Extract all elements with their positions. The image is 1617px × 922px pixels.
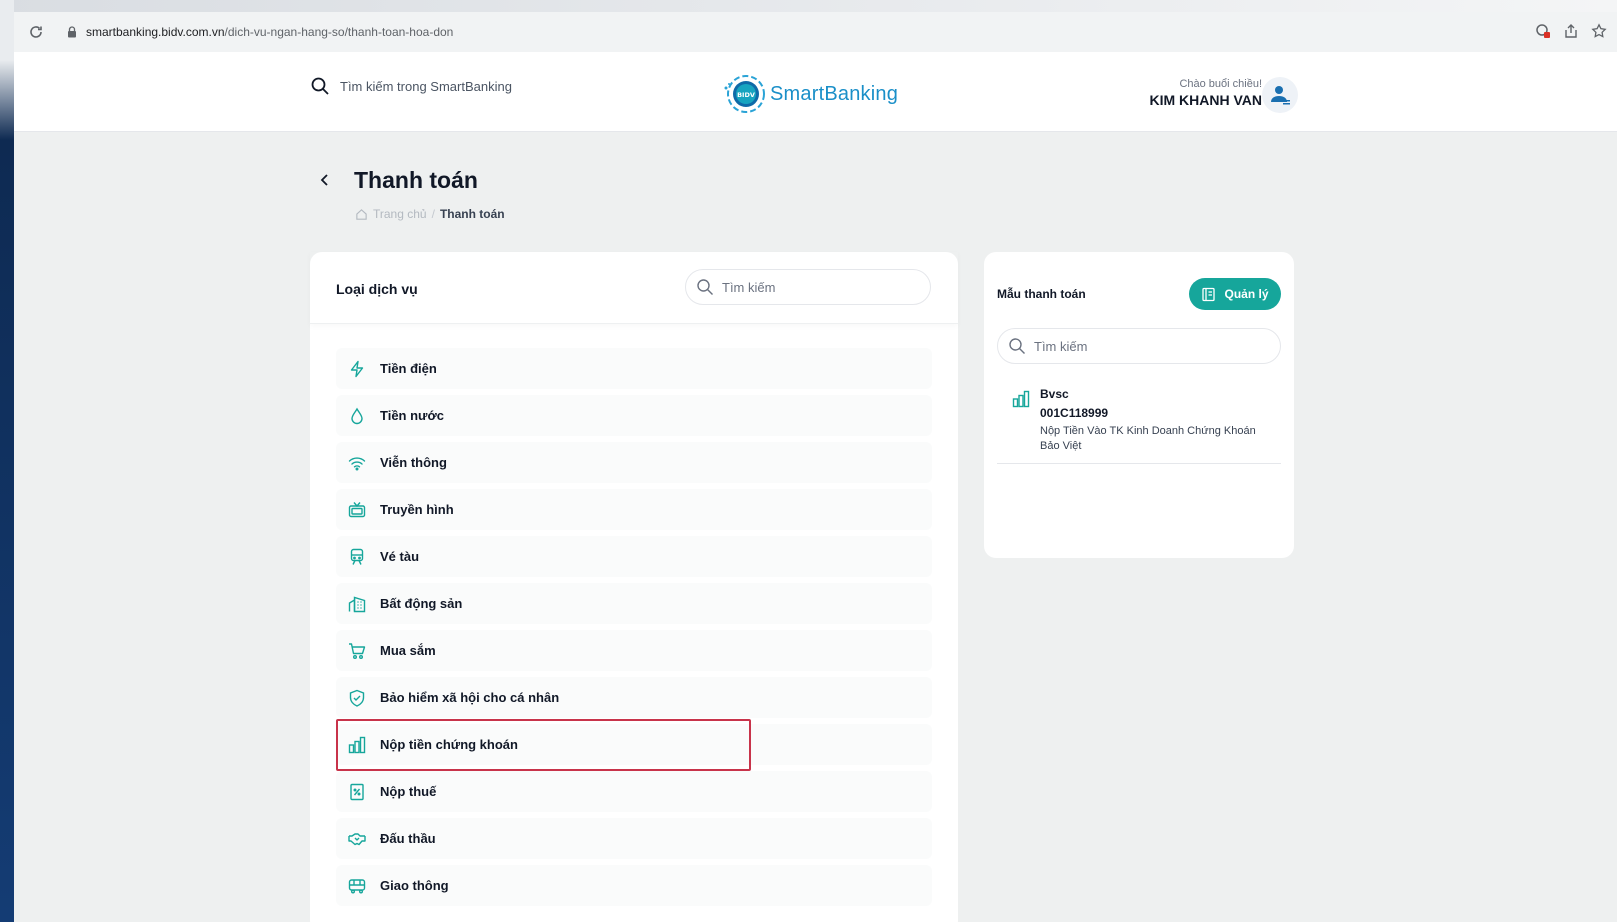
service-search-input[interactable]: Tìm kiếm	[685, 269, 931, 305]
building-icon	[348, 596, 366, 612]
manage-button-label: Quản lý	[1224, 287, 1269, 301]
user-greeting: Chào buổi chiều! KIM KHANH VAN	[1149, 78, 1262, 108]
payment-templates-title: Mẫu thanh toán	[997, 287, 1086, 301]
search-icon	[311, 77, 329, 95]
service-label: Giao thông	[380, 878, 449, 893]
service-label: Nộp thuế	[380, 784, 437, 799]
receipt-icon	[350, 783, 364, 800]
desktop-edge	[0, 0, 14, 922]
template-name: Bvsc	[1040, 387, 1069, 401]
logo-badge: BIDV	[737, 91, 755, 99]
user-avatar[interactable]	[1262, 77, 1298, 113]
service-label: Viễn thông	[380, 455, 447, 470]
bar-chart-icon	[348, 736, 366, 753]
manage-button[interactable]: Quản lý	[1189, 278, 1281, 310]
app-header: Tìm kiếm trong SmartBanking BIDV SmartBa…	[14, 52, 1617, 132]
template-description: Nộp Tiền Vào TK Kinh Doanh Chứng Khoán B…	[1040, 425, 1256, 452]
smartbanking-logo[interactable]: BIDV SmartBanking	[722, 72, 898, 116]
global-search-placeholder: Tìm kiếm trong SmartBanking	[340, 78, 512, 94]
breadcrumb-current: Thanh toán	[439, 207, 505, 221]
service-label: Truyền hình	[380, 502, 454, 517]
shield-icon	[349, 689, 365, 707]
service-item-shopping[interactable]: Mua sắm	[336, 630, 932, 671]
global-search[interactable]: Tìm kiếm trong SmartBanking	[310, 76, 512, 96]
service-list: Tiền điện Tiền nước Viễn thông Truyền hì…	[336, 348, 932, 912]
service-types-card: Loại dịch vụ Tìm kiếm Tiền điện Tiền nướ…	[310, 252, 958, 922]
wifi-icon	[348, 456, 366, 470]
service-item-bidding[interactable]: Đấu thầu	[336, 818, 932, 859]
template-search-placeholder: Tìm kiếm	[1034, 338, 1088, 354]
service-label: Tiền nước	[380, 408, 444, 423]
search-icon	[697, 279, 713, 295]
lock-icon[interactable]	[66, 26, 78, 38]
service-label: Bảo hiểm xã hội cho cá nhân	[380, 690, 560, 705]
screen-top-strip	[0, 0, 1617, 12]
handshake-icon	[348, 832, 366, 845]
service-item-tax[interactable]: Nộp thuế	[336, 771, 932, 812]
service-types-title: Loại dịch vụ	[336, 281, 418, 297]
service-item-water[interactable]: Tiền nước	[336, 395, 932, 436]
url-host: smartbanking.bidv.com.vn	[86, 25, 225, 39]
user-menu-icon	[1271, 86, 1290, 105]
service-label: Vé tàu	[380, 549, 420, 564]
service-item-securities-deposit[interactable]: Nộp tiền chứng khoán	[336, 719, 932, 771]
address-bar: smartbanking.bidv.com.vn/dich-vu-ngan-ha…	[14, 12, 1617, 52]
template-text: Bvsc 001C118999 Nộp Tiền Vào TK Kinh Doa…	[1040, 387, 1270, 454]
url-path: /dich-vu-ngan-hang-so/thanh-toan-hoa-don	[224, 25, 454, 39]
tv-icon	[348, 501, 366, 517]
breadcrumb: Trang chủ / Thanh toán	[355, 207, 505, 221]
logo-text: SmartBanking	[770, 82, 899, 105]
breadcrumb-home[interactable]: Trang chủ	[373, 207, 427, 221]
service-item-social-insurance[interactable]: Bảo hiểm xã hội cho cá nhân	[336, 677, 932, 718]
cart-icon	[349, 642, 366, 659]
back-arrow-icon[interactable]	[317, 172, 333, 188]
service-item-television[interactable]: Truyền hình	[336, 489, 932, 530]
search-icon	[1009, 338, 1025, 354]
service-label: Mua sắm	[380, 643, 436, 658]
template-code: 001C118999	[1040, 406, 1109, 420]
user-name: KIM KHANH VAN	[1149, 92, 1262, 108]
browser-window: smartbanking.bidv.com.vn/dich-vu-ngan-ha…	[14, 12, 1617, 922]
star-icon[interactable]	[1591, 23, 1607, 39]
bidv-logo-icon: BIDV	[724, 75, 765, 113]
blocked-icon[interactable]	[1535, 23, 1551, 39]
water-drop-icon	[351, 407, 363, 424]
service-item-train-ticket[interactable]: Vé tàu	[336, 536, 932, 577]
page-title: Thanh toán	[354, 167, 478, 193]
train-icon	[350, 548, 364, 565]
url-field[interactable]: smartbanking.bidv.com.vn/dich-vu-ngan-ha…	[86, 25, 453, 39]
payment-templates-card: Mẫu thanh toán Quản lý Tìm kiếm Bvsc 001…	[984, 252, 1294, 558]
service-item-real-estate[interactable]: Bất động sản	[336, 583, 932, 624]
service-search-placeholder: Tìm kiếm	[722, 279, 776, 295]
reload-icon[interactable]	[28, 24, 44, 40]
template-item[interactable]: Bvsc 001C118999 Nộp Tiền Vào TK Kinh Doa…	[997, 382, 1281, 464]
address-bar-actions	[1535, 23, 1607, 39]
share-icon[interactable]	[1563, 23, 1579, 39]
notebook-icon	[1202, 287, 1216, 301]
home-icon	[356, 208, 367, 220]
breadcrumb-separator: /	[431, 207, 435, 221]
service-label: Nộp tiền chứng khoán	[380, 737, 518, 752]
service-item-traffic[interactable]: Giao thông	[336, 865, 932, 906]
greeting-text: Chào buổi chiều!	[1179, 78, 1262, 90]
service-item-telecom[interactable]: Viễn thông	[336, 442, 932, 483]
bus-icon	[348, 878, 366, 893]
service-types-header: Loại dịch vụ Tìm kiếm	[310, 252, 958, 324]
service-label: Tiền điện	[380, 361, 437, 376]
service-label: Đấu thầu	[380, 831, 436, 846]
bar-chart-icon	[1012, 390, 1030, 408]
template-search-input[interactable]: Tìm kiếm	[997, 328, 1281, 364]
service-label: Bất động sản	[380, 596, 463, 611]
lightning-icon	[350, 360, 364, 377]
service-item-electricity[interactable]: Tiền điện	[336, 348, 932, 389]
